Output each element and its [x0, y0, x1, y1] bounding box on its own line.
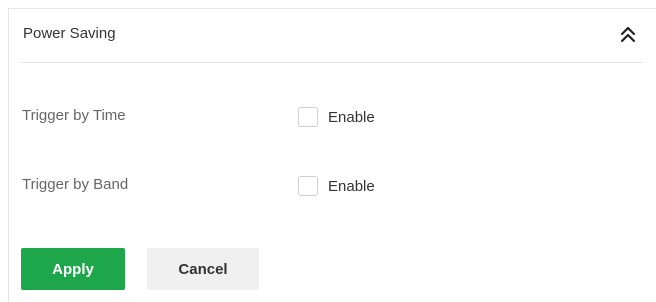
- double-chevron-up-icon: [620, 26, 636, 43]
- trigger-by-time-enable[interactable]: Enable: [298, 106, 375, 128]
- trigger-by-time-label: Trigger by Time: [22, 107, 126, 124]
- power-saving-panel: Power Saving Trigger by Time Enable Trig…: [8, 8, 656, 302]
- collapse-button[interactable]: [617, 22, 639, 46]
- trigger-by-band-label: Trigger by Band: [22, 176, 129, 193]
- trigger-by-time-row: Trigger by Time Enable: [9, 102, 656, 132]
- trigger-by-band-enable[interactable]: Enable: [298, 175, 375, 197]
- apply-button[interactable]: Apply: [21, 248, 125, 290]
- trigger-by-band-checkbox[interactable]: [298, 176, 318, 196]
- header-divider: [19, 62, 643, 63]
- panel-title: Power Saving: [23, 25, 116, 42]
- cancel-button[interactable]: Cancel: [147, 248, 259, 290]
- trigger-by-time-enable-label: Enable: [328, 108, 375, 126]
- trigger-by-time-checkbox[interactable]: [298, 107, 318, 127]
- trigger-by-band-row: Trigger by Band Enable: [9, 171, 656, 201]
- panel-header: Power Saving: [9, 9, 656, 63]
- trigger-by-band-enable-label: Enable: [328, 177, 375, 195]
